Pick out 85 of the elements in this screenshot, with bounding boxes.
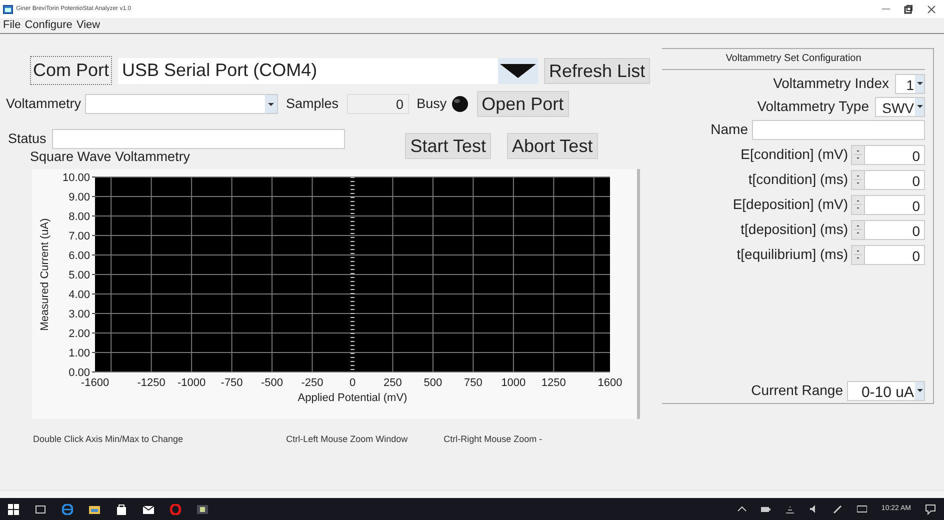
parameter-field[interactable]: 0 bbox=[865, 144, 925, 164]
x-tick-label: 500 bbox=[424, 377, 442, 389]
x-tick-label: -1250 bbox=[137, 377, 166, 389]
hint-text: Double Click Axis Min/Max to Change bbox=[33, 433, 184, 446]
caret-icon bbox=[265, 95, 278, 113]
chart-title: Square Wave Voltammetry bbox=[30, 149, 190, 164]
y-tick-label: 10.00 bbox=[62, 172, 90, 184]
parameter-field[interactable]: 0 bbox=[865, 220, 925, 240]
samples-label: Samples bbox=[286, 94, 339, 113]
panel-title: Voltammetry Set Configuration bbox=[662, 49, 925, 70]
current-range-label: Current Range bbox=[751, 381, 843, 400]
app-icon[interactable] bbox=[197, 504, 208, 514]
y-tick-label: 5.00 bbox=[68, 270, 90, 282]
parameter-label: t[equilibrium] (ms) bbox=[736, 245, 848, 264]
parameter-field[interactable]: 0 bbox=[865, 170, 925, 190]
type-label: Voltammetry Type bbox=[757, 97, 869, 116]
menu-item[interactable]: File bbox=[3, 17, 21, 34]
x-tick-label: 1600 bbox=[598, 377, 622, 389]
hint-text: Ctrl-Left Mouse Zoom Window bbox=[286, 433, 408, 446]
parameter-field[interactable]: 0 bbox=[865, 244, 925, 264]
status-label: Status bbox=[8, 130, 46, 148]
current-range-select[interactable]: 0-10 uA bbox=[847, 380, 925, 400]
caret-icon bbox=[915, 74, 924, 92]
menu-item[interactable]: Configure bbox=[24, 17, 72, 34]
y-tick-label: 3.00 bbox=[68, 308, 90, 320]
y-tick-label: 6.00 bbox=[68, 250, 90, 262]
browser-icon[interactable] bbox=[62, 504, 73, 514]
caret-icon bbox=[915, 382, 924, 400]
x-tick-label: -500 bbox=[261, 377, 284, 389]
samples-field: 0 bbox=[346, 94, 409, 114]
folder-icon[interactable] bbox=[89, 504, 100, 514]
y-axis-title: Measured Current (uA) bbox=[39, 218, 51, 331]
ring-icon[interactable] bbox=[170, 504, 181, 514]
y-tick-label: 9.00 bbox=[68, 192, 90, 204]
y-tick-label: 1.00 bbox=[68, 348, 90, 360]
close-icon[interactable] bbox=[927, 4, 936, 14]
x-tick-label: 0 bbox=[349, 377, 356, 389]
x-tick-label: -1600 bbox=[80, 377, 110, 389]
y-tick-label: 8.00 bbox=[68, 211, 90, 223]
app-icon bbox=[3, 4, 13, 14]
x-tick-label: 750 bbox=[464, 377, 482, 389]
x-tick-label: 1250 bbox=[541, 377, 566, 389]
x-axis-title: Applied Potential (mV) bbox=[298, 392, 408, 404]
caret-icon bbox=[915, 98, 924, 116]
com-port-field[interactable]: USB Serial Port (COM4) bbox=[118, 58, 498, 84]
parameter-label: t[deposition] (ms) bbox=[740, 220, 848, 239]
y-tick-label: 7.00 bbox=[68, 230, 90, 242]
bag-icon[interactable] bbox=[116, 504, 127, 514]
notification-icon[interactable] bbox=[925, 504, 936, 514]
windows-icon[interactable] bbox=[8, 504, 19, 514]
name-field[interactable] bbox=[752, 120, 925, 140]
y-tick-label: 4.00 bbox=[68, 289, 90, 301]
triangle-icon bbox=[500, 64, 536, 78]
battery-icon[interactable] bbox=[761, 504, 772, 514]
parameter-label: t[condition] (ms) bbox=[748, 170, 848, 189]
pen-icon[interactable] bbox=[833, 504, 844, 514]
x-tick-label: -250 bbox=[301, 377, 324, 389]
busy-label: Busy bbox=[416, 94, 447, 113]
type-select[interactable]: SWV bbox=[875, 96, 925, 116]
hint-text: Ctrl-Right Mouse Zoom - bbox=[444, 433, 542, 446]
parameter-label: E[condition] (mV) bbox=[740, 145, 848, 164]
name-label: Name bbox=[710, 120, 748, 139]
y-tick-label: 0.00 bbox=[68, 367, 90, 379]
chevron-up-icon[interactable] bbox=[737, 504, 748, 514]
start-test-button[interactable]: Start Test bbox=[405, 133, 491, 159]
x-tick-label: -1000 bbox=[178, 377, 206, 389]
abort-test-button[interactable]: Abort Test bbox=[506, 133, 598, 159]
y-tick-label: 2.00 bbox=[68, 328, 90, 340]
parameter-field[interactable]: 0 bbox=[865, 194, 925, 214]
dropdown-button[interactable] bbox=[498, 58, 538, 84]
parameter-label: E[deposition] (mV) bbox=[732, 195, 848, 214]
index-label: Voltammetry Index bbox=[773, 74, 889, 93]
horizontal-scrollbar[interactable] bbox=[0, 490, 944, 498]
restore-icon[interactable] bbox=[904, 4, 913, 14]
task-view-icon[interactable] bbox=[35, 504, 46, 514]
x-tick-label: 1000 bbox=[501, 377, 526, 389]
x-tick-label: -750 bbox=[220, 377, 243, 389]
index-select[interactable]: 1 bbox=[895, 74, 925, 94]
voltammetry-label: Voltammetry bbox=[6, 94, 82, 113]
refresh-button[interactable]: Refresh List bbox=[544, 58, 650, 84]
envelope-icon[interactable] bbox=[143, 504, 154, 514]
open-port-button[interactable]: Open Port bbox=[476, 91, 569, 117]
x-tick-label: 250 bbox=[384, 377, 402, 389]
menu-item[interactable]: View bbox=[76, 17, 100, 34]
com-port-label: Com Port bbox=[30, 56, 112, 85]
